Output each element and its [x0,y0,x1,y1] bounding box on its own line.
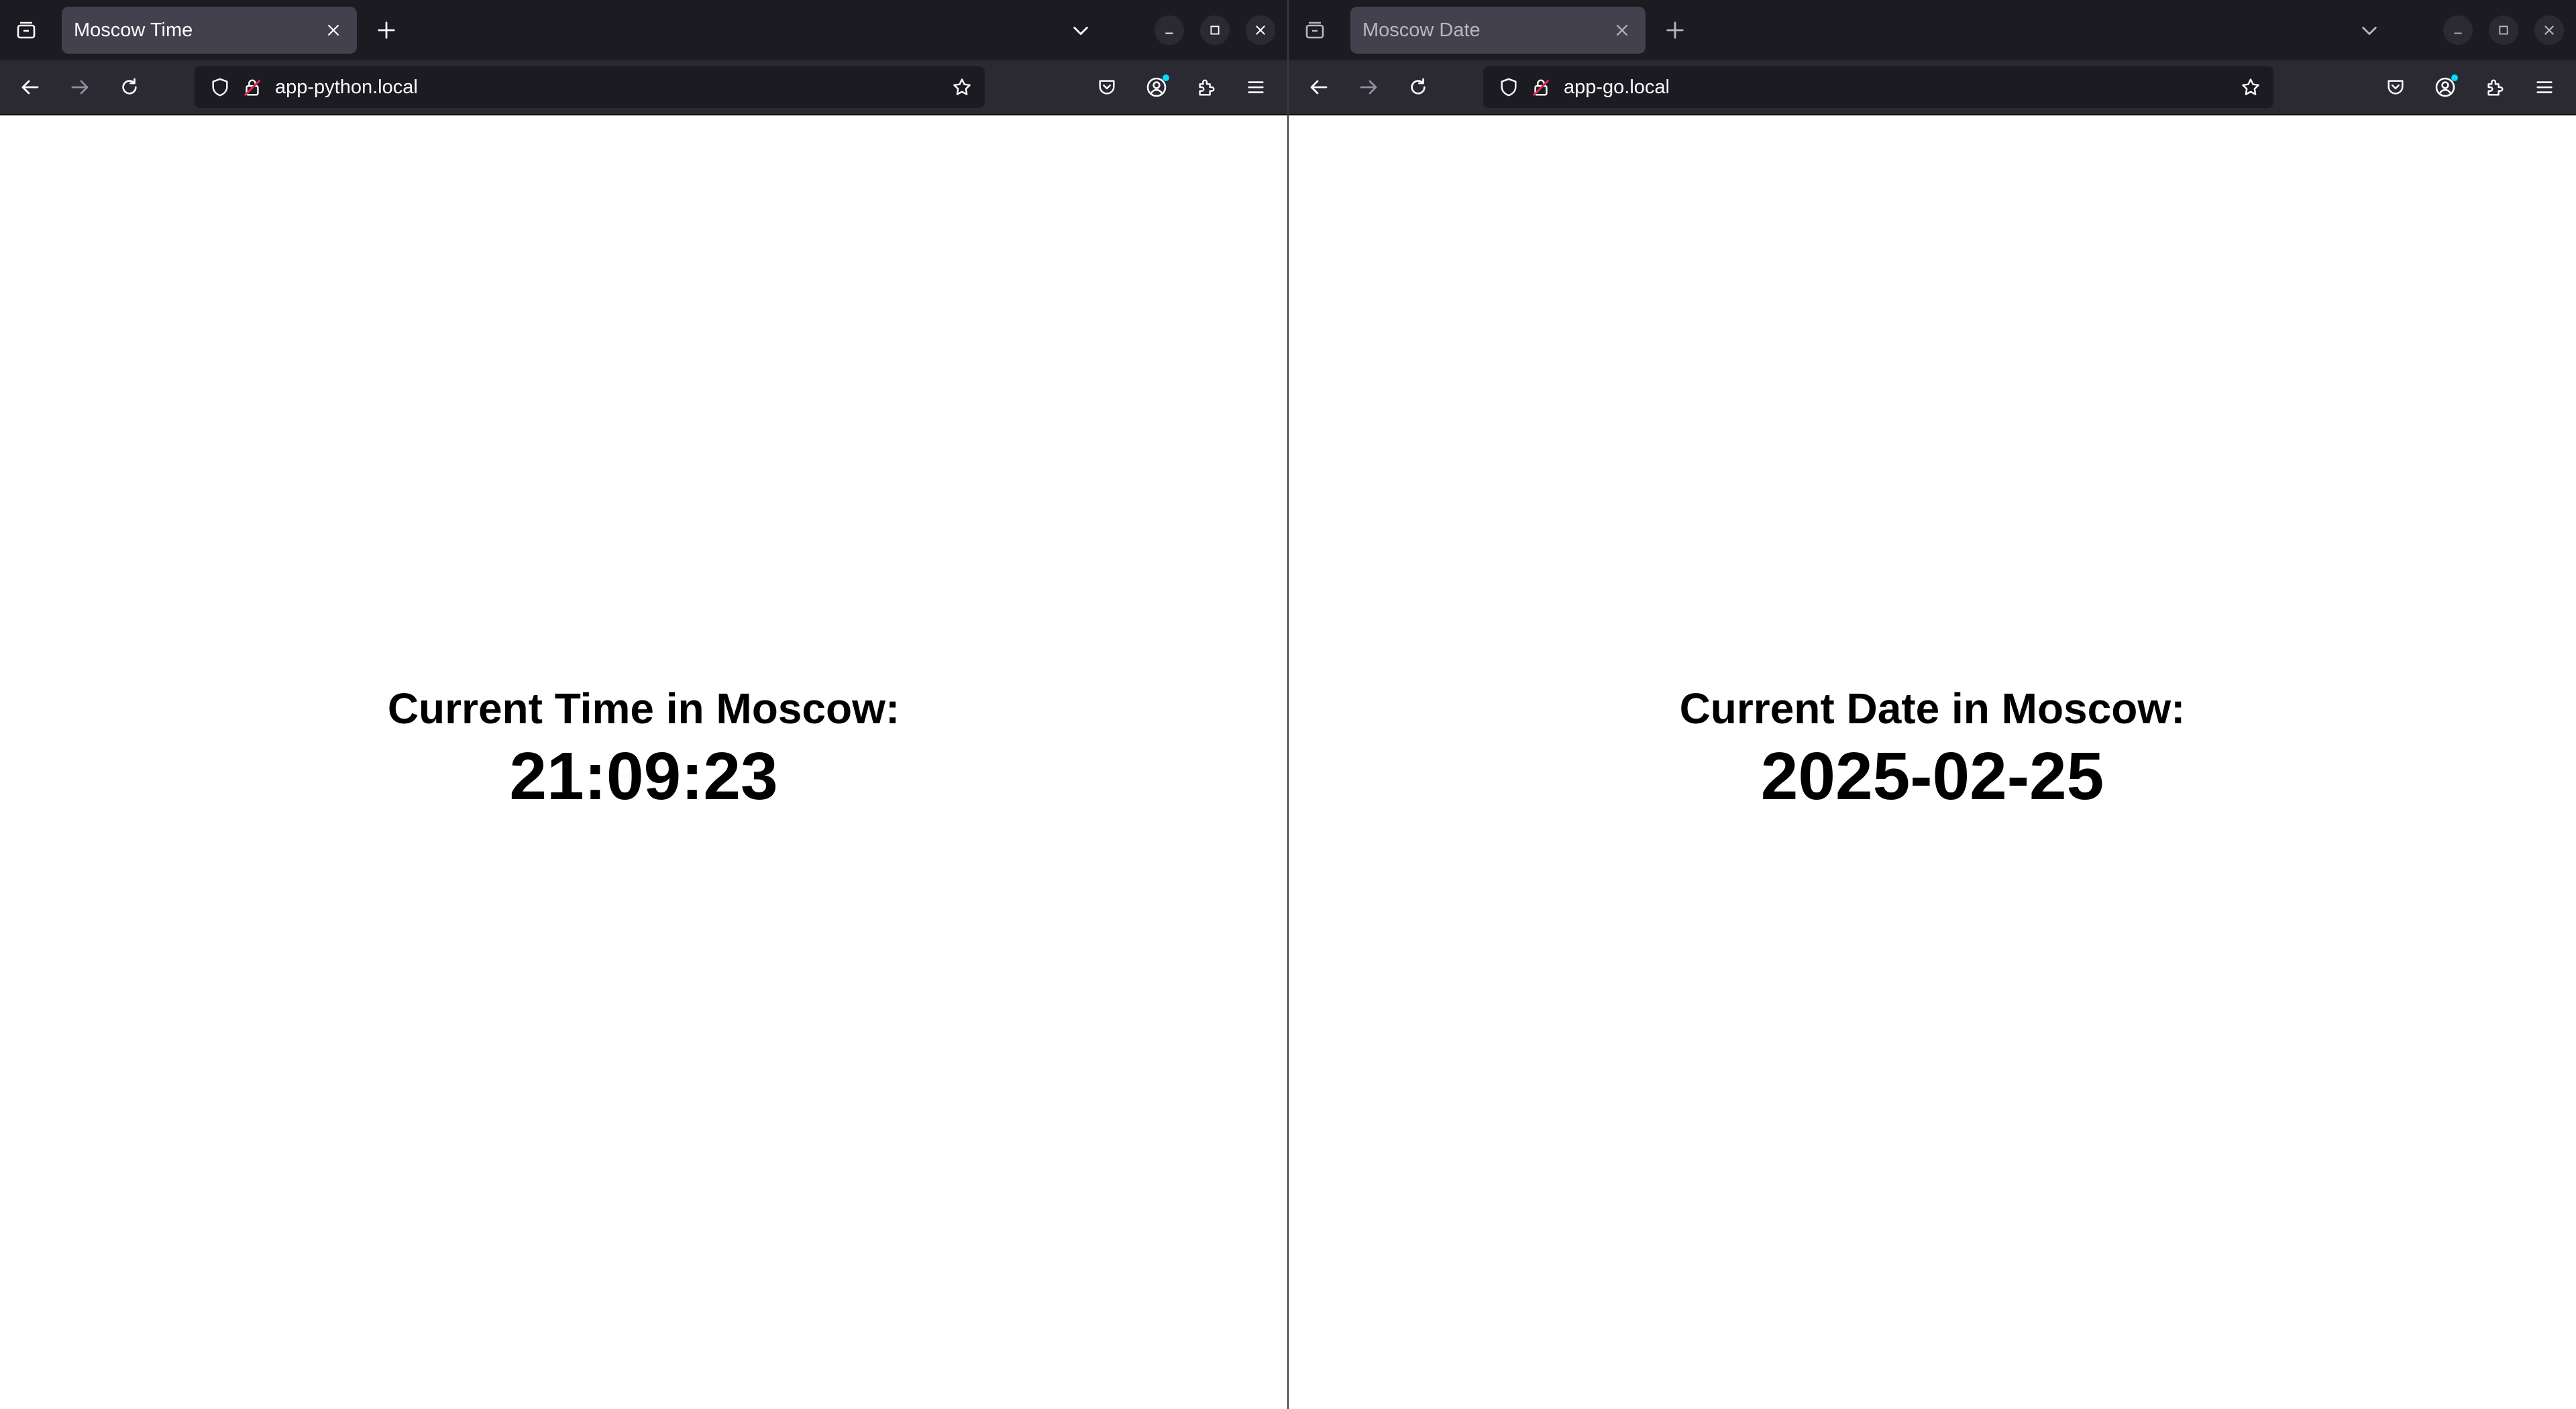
page-heading: Current Date in Moscow: [1679,684,2186,733]
account-icon[interactable] [2426,68,2465,107]
tab-overview-icon[interactable] [1289,0,1341,60]
url-text[interactable]: app-python.local [275,76,949,99]
reload-icon[interactable] [110,68,149,107]
tab-title: Moscow Date [1362,19,1481,41]
forward-arrow-icon[interactable] [60,68,99,107]
navigation-toolbar: app-go.local [1289,60,2576,115]
maximize-icon[interactable] [2489,15,2518,45]
tab-overview-icon[interactable] [0,0,52,60]
lock-icon[interactable] [239,74,266,101]
pocket-icon[interactable] [2376,68,2415,107]
maximize-icon[interactable] [1200,15,1230,45]
page-heading: Current Time in Moscow: [387,684,900,733]
tab-moscow-date[interactable]: Moscow Date [1350,7,1646,54]
star-icon[interactable] [949,74,975,101]
close-window-icon[interactable] [2534,15,2564,45]
url-bar[interactable]: app-go.local [1483,66,2273,108]
chevron-down-icon[interactable] [1059,9,1102,52]
url-bar[interactable]: app-python.local [195,66,985,108]
navigation-toolbar: app-python.local [0,60,1287,115]
close-window-icon[interactable] [1246,15,1275,45]
close-icon[interactable] [321,17,346,43]
browser-window-left: Moscow Time app-python.local Current Tim… [0,0,1287,1409]
desktop: Moscow Time app-python.local Current Tim… [0,0,2576,1409]
minimize-icon[interactable] [1155,15,1184,45]
reload-icon[interactable] [1399,68,1438,107]
account-icon[interactable] [1137,68,1176,107]
back-arrow-icon[interactable] [11,68,50,107]
tab-strip: Moscow Date [1289,0,2576,60]
url-text[interactable]: app-go.local [1564,76,2237,99]
account-badge-dot [1163,74,1169,81]
account-badge-dot [2451,74,2458,81]
plus-icon[interactable] [365,9,408,52]
pocket-icon[interactable] [1087,68,1126,107]
tab-title: Moscow Time [74,19,193,41]
shield-icon[interactable] [207,74,233,101]
puzzle-icon[interactable] [2475,68,2514,107]
page-content: Current Time in Moscow: 21:09:23 [0,115,1287,1409]
minimize-icon[interactable] [2443,15,2473,45]
back-arrow-icon[interactable] [1299,68,1338,107]
close-icon[interactable] [1609,17,1635,43]
page-content: Current Date in Moscow: 2025-02-25 [1289,115,2576,1409]
hamburger-menu-icon[interactable] [1236,68,1275,107]
forward-arrow-icon[interactable] [1349,68,1388,107]
lock-icon[interactable] [1527,74,1554,101]
tab-strip: Moscow Time [0,0,1287,60]
browser-window-right: Moscow Date app-go.local Current Date in… [1289,0,2576,1409]
shield-icon[interactable] [1495,74,1522,101]
tab-moscow-time[interactable]: Moscow Time [62,7,357,54]
star-icon[interactable] [2237,74,2264,101]
puzzle-icon[interactable] [1187,68,1226,107]
date-value: 2025-02-25 [1760,738,2104,814]
chevron-down-icon[interactable] [2348,9,2391,52]
hamburger-menu-icon[interactable] [2525,68,2564,107]
plus-icon[interactable] [1654,9,1697,52]
time-value: 21:09:23 [509,738,778,814]
